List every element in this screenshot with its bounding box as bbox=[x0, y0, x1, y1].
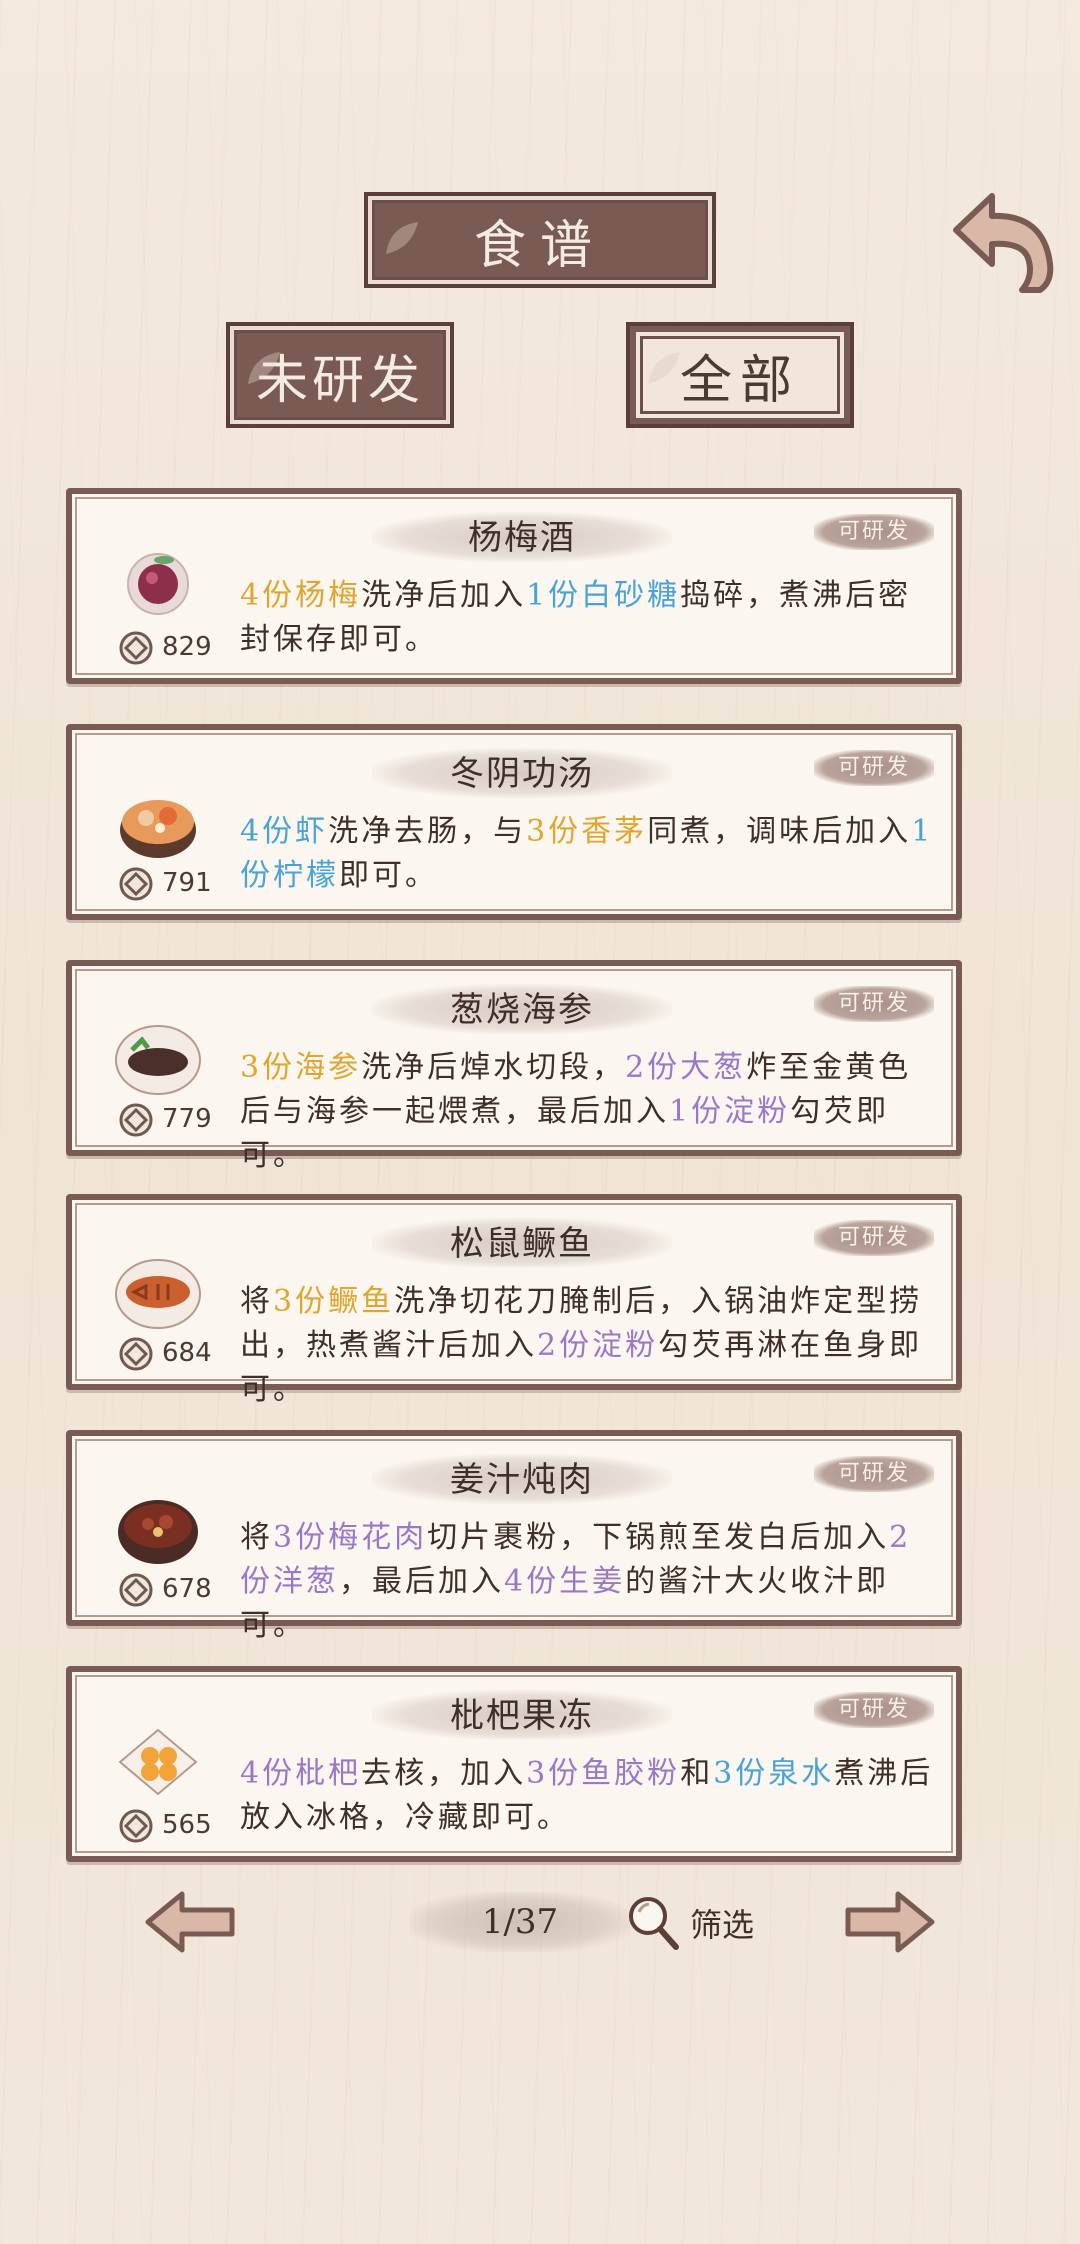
recipe-description: 将3份梅花肉切片裹粉，下锅煎至发白后加入2份洋葱，最后加入4份生姜的酱汁大火收汁… bbox=[240, 1516, 940, 1648]
research-available-badge[interactable]: 可研发 bbox=[814, 986, 934, 1022]
recipe-cost: 678 bbox=[162, 1574, 212, 1604]
filter-all-label: 全部 bbox=[679, 350, 800, 411]
ingredient-quantity: 4份枇杷 bbox=[240, 1756, 362, 1791]
filter-label[interactable]: 筛选 bbox=[690, 1900, 754, 1946]
recipe-name: 杨梅酒 bbox=[468, 518, 576, 558]
squirrel-fish-icon bbox=[115, 1259, 201, 1329]
recipe-description: 将3份鳜鱼洗净切花刀腌制后，入锅油炸定型捞出，热煮酱汁后加入2份淀粉勾芡再淋在鱼… bbox=[240, 1280, 940, 1412]
recipe-card[interactable]: 冬阴功汤 可研发 791 4份虾洗净去肠，与3份香茅同煮，调味后加入1份柠檬即可… bbox=[66, 724, 962, 920]
recipe-card[interactable]: 葱烧海参 可研发 779 3份海参洗净后焯水切段，2份大葱炸至金黄色后与海参一起… bbox=[66, 960, 962, 1173]
leaf-decoration-icon bbox=[248, 352, 280, 384]
description-text: 洗净后焯水切段， bbox=[361, 1050, 626, 1085]
recipe-name: 冬阴功汤 bbox=[450, 754, 594, 794]
description-text: 即可。 bbox=[339, 858, 438, 893]
page-indicator: 1/37 bbox=[481, 1902, 559, 1942]
research-available-badge[interactable]: 可研发 bbox=[814, 514, 934, 550]
tom-yum-soup-icon bbox=[120, 800, 196, 858]
recipe-name: 枇杷果冻 bbox=[450, 1696, 594, 1736]
recipe-card[interactable]: 松鼠鳜鱼 可研发 684 将3份鳜鱼洗净切花刀腌制后，入锅油炸定型捞出，热煮酱汁… bbox=[66, 1194, 962, 1407]
ingredient-quantity: 1份白砂糖 bbox=[526, 578, 681, 613]
ingredient-quantity: 2份淀粉 bbox=[537, 1328, 659, 1363]
next-arrow-icon[interactable] bbox=[842, 1888, 938, 1956]
filter-undeveloped-button[interactable]: 未研发 bbox=[226, 322, 454, 428]
description-text: 切片裹粉，下锅煎至发白后加入 bbox=[427, 1520, 890, 1555]
description-text: 同煮，调味后加入 bbox=[647, 814, 912, 849]
recipe-description: 4份杨梅洗净后加入1份白砂糖捣碎，煮沸后密封保存即可。 bbox=[240, 574, 940, 662]
ingredient-quantity: 3份香茅 bbox=[526, 814, 648, 849]
ingredient-quantity: 3份海参 bbox=[240, 1050, 362, 1085]
description-text: ，最后加入 bbox=[339, 1564, 504, 1599]
description-text: 洗净去肠，与 bbox=[328, 814, 527, 849]
magnifier-icon[interactable] bbox=[624, 1892, 682, 1952]
description-text: 将 bbox=[240, 1520, 273, 1555]
coin-icon bbox=[119, 1573, 153, 1607]
recipe-description: 4份枇杷去核，加入3份鱼胶粉和3份泉水煮沸后放入冰格，冷藏即可。 bbox=[240, 1752, 940, 1840]
leaf-decoration-icon bbox=[648, 352, 680, 384]
recipe-card[interactable]: 姜汁炖肉 可研发 678 将3份梅花肉切片裹粉，下锅煎至发白后加入2份洋葱，最后… bbox=[66, 1430, 962, 1643]
ingredient-quantity: 3份鱼胶粉 bbox=[526, 1756, 681, 1791]
recipe-cost: 829 bbox=[162, 632, 212, 662]
recipe-cost: 684 bbox=[162, 1338, 212, 1368]
coin-icon bbox=[119, 1103, 153, 1137]
description-text: 洗净后加入 bbox=[361, 578, 527, 613]
recipe-cost: 791 bbox=[162, 868, 212, 898]
recipe-name: 葱烧海参 bbox=[450, 990, 594, 1030]
loquat-jelly-icon bbox=[118, 1728, 198, 1796]
coin-icon bbox=[119, 631, 153, 665]
recipe-cost: 779 bbox=[162, 1104, 212, 1134]
recipe-description: 3份海参洗净后焯水切段，2份大葱炸至金黄色后与海参一起煨煮，最后加入1份淀粉勾芡… bbox=[240, 1046, 940, 1178]
ingredient-quantity: 2份大葱 bbox=[625, 1050, 747, 1085]
recipe-card[interactable]: 杨梅酒 可研发 829 4份杨梅洗净后加入1份白砂糖捣碎，煮沸后密封保存即可。 bbox=[66, 488, 962, 684]
recipe-description: 4份虾洗净去肠，与3份香茅同煮，调味后加入1份柠檬即可。 bbox=[240, 810, 940, 898]
page-title-text: 食谱 bbox=[473, 215, 606, 276]
description-text: 将 bbox=[240, 1284, 273, 1319]
description-text: 和 bbox=[680, 1756, 714, 1791]
ingredient-quantity: 3份鳜鱼 bbox=[273, 1284, 395, 1319]
recipe-name: 姜汁炖肉 bbox=[450, 1460, 594, 1500]
ingredient-quantity: 4份虾 bbox=[240, 814, 329, 849]
recipe-cost: 565 bbox=[162, 1810, 212, 1840]
ingredient-quantity: 4份杨梅 bbox=[240, 578, 362, 613]
ingredient-quantity: 1份淀粉 bbox=[669, 1094, 791, 1129]
ingredient-quantity: 3份泉水 bbox=[713, 1756, 835, 1791]
leaf-decoration-icon bbox=[386, 222, 418, 254]
research-available-badge[interactable]: 可研发 bbox=[814, 1456, 934, 1492]
coin-icon bbox=[119, 1809, 153, 1843]
ingredient-quantity: 4份生姜 bbox=[504, 1564, 626, 1599]
coin-icon bbox=[119, 1337, 153, 1371]
page-title: 食谱 bbox=[364, 192, 716, 288]
research-available-badge[interactable]: 可研发 bbox=[814, 1692, 934, 1728]
research-available-badge[interactable]: 可研发 bbox=[814, 1220, 934, 1256]
coin-icon bbox=[119, 867, 153, 901]
braised-pork-icon bbox=[118, 1500, 198, 1564]
research-available-badge[interactable]: 可研发 bbox=[814, 750, 934, 786]
filter-all-button[interactable]: 全部 bbox=[626, 322, 854, 428]
bayberry-wine-icon bbox=[127, 553, 189, 615]
recipe-name: 松鼠鳜鱼 bbox=[450, 1224, 594, 1264]
description-text: 去核，加入 bbox=[361, 1756, 527, 1791]
sea-cucumber-icon bbox=[115, 1025, 201, 1095]
prev-arrow-icon[interactable] bbox=[142, 1888, 238, 1956]
ingredient-quantity: 3份梅花肉 bbox=[273, 1520, 428, 1555]
recipe-card[interactable]: 枇杷果冻 可研发 565 4份枇杷去核，加入3份鱼胶粉和3份泉水煮沸后放入冰格，… bbox=[66, 1666, 962, 1862]
back-arrow-icon[interactable] bbox=[948, 190, 1058, 294]
